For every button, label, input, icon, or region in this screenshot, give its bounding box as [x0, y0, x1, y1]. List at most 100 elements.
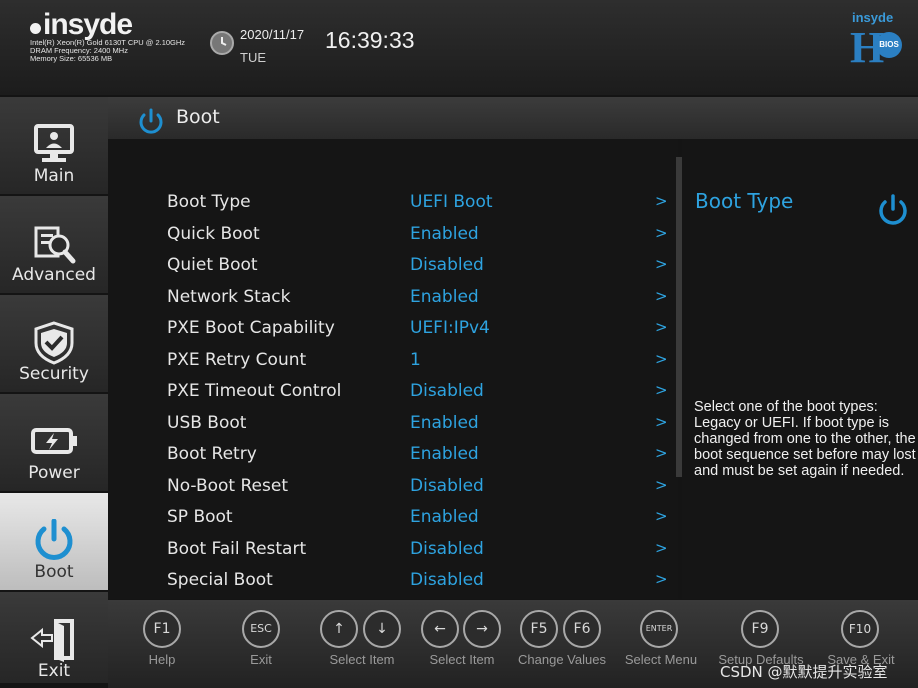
arrow-left-key-icon[interactable]: ←: [421, 610, 459, 648]
sidebar-label-exit: Exit: [37, 661, 71, 681]
setting-value[interactable]: Disabled: [410, 476, 484, 496]
setting-network-stack[interactable]: Network Stack Enabled >: [167, 287, 687, 317]
logo-text: insyde: [43, 8, 133, 41]
setting-value[interactable]: Disabled: [410, 570, 484, 590]
sidebar-item-power[interactable]: Power: [0, 394, 108, 491]
key-label-change-values: Change Values: [518, 652, 606, 667]
header-bar: insyde Intel(R) Xeon(R) Gold 6130T CPU @…: [0, 0, 918, 95]
setting-value[interactable]: Disabled: [410, 255, 484, 275]
arrow-down-key-icon[interactable]: ↓: [363, 610, 401, 648]
bios-badge: BIOS: [876, 32, 902, 58]
submenu-arrow-icon: >: [655, 286, 668, 305]
setting-special-boot[interactable]: Special Boot Disabled >: [167, 570, 687, 600]
setting-value[interactable]: Disabled: [410, 539, 484, 559]
setting-label: Quick Boot: [167, 223, 260, 244]
setting-label: Boot Retry: [167, 444, 257, 464]
setting-usb-boot[interactable]: USB Boot Enabled >: [167, 413, 687, 443]
weekday: TUE: [240, 50, 266, 65]
f1-key-icon[interactable]: F1: [143, 610, 181, 648]
setting-label: PXE Retry Count: [167, 349, 307, 370]
setting-value[interactable]: Enabled: [410, 507, 479, 527]
insyde-logo: insyde: [30, 8, 133, 42]
enter-key-icon[interactable]: ENTER: [640, 610, 678, 648]
submenu-arrow-icon: >: [655, 475, 668, 494]
setting-label: Boot Type: [167, 192, 251, 212]
clock-icon: [210, 31, 234, 55]
logo-dot-icon: [30, 23, 41, 34]
setting-boot-type[interactable]: Boot Type UEFI Boot >: [167, 192, 687, 222]
f6-key-icon[interactable]: F6: [563, 610, 601, 648]
sidebar-label-security: Security: [19, 364, 89, 384]
sidebar-item-boot[interactable]: Boot: [0, 493, 108, 590]
setting-quiet-boot[interactable]: Quiet Boot Disabled >: [167, 255, 687, 285]
setting-label: USB Boot: [167, 412, 247, 433]
setting-value[interactable]: UEFI Boot: [410, 192, 493, 212]
setting-no-boot-reset[interactable]: No-Boot Reset Disabled >: [167, 476, 687, 506]
setting-pxe-timeout-control[interactable]: PXE Timeout Control Disabled >: [167, 381, 687, 411]
setting-value[interactable]: Enabled: [410, 413, 479, 433]
power-icon: [35, 519, 73, 560]
submenu-arrow-icon: >: [655, 223, 668, 242]
monitor-icon: [34, 124, 74, 162]
setting-label: Quiet Boot: [167, 255, 258, 275]
key-label-select-item-vertical: Select Item: [329, 652, 395, 667]
time: 16:39:33: [325, 27, 415, 53]
submenu-arrow-icon: >: [655, 381, 668, 399]
power-icon: [879, 194, 907, 225]
date: 2020/11/17: [240, 27, 305, 42]
submenu-arrow-icon: >: [655, 412, 668, 431]
sidebar-label-power: Power: [28, 463, 80, 483]
setting-label: PXE Boot Capability: [167, 318, 335, 338]
help-title: Boot Type: [695, 189, 794, 213]
submenu-arrow-icon: >: [655, 538, 668, 557]
setting-value[interactable]: Enabled: [410, 444, 479, 464]
setting-label: No-Boot Reset: [167, 475, 288, 496]
submenu-arrow-icon: >: [655, 444, 668, 462]
magnifier-gear-icon: [34, 226, 76, 264]
setting-boot-retry[interactable]: Boot Retry Enabled >: [167, 444, 687, 474]
setting-pxe-retry-count[interactable]: PXE Retry Count 1 >: [167, 350, 687, 380]
key-label-exit: Exit: [250, 652, 272, 667]
setting-boot-fail-restart[interactable]: Boot Fail Restart Disabled >: [167, 539, 687, 569]
key-label-select-item-horizontal: Select Item: [429, 652, 495, 667]
power-icon: [139, 108, 163, 134]
arrow-right-key-icon[interactable]: →: [463, 610, 501, 648]
submenu-arrow-icon: >: [655, 349, 668, 368]
page-title: Boot: [176, 106, 220, 128]
f5-key-icon[interactable]: F5: [520, 610, 558, 648]
setting-label: Special Boot: [167, 570, 273, 590]
sidebar-item-exit[interactable]: Exit: [0, 592, 108, 683]
setting-label: Boot Fail Restart: [167, 538, 307, 559]
page-title-bar: Boot: [108, 97, 918, 139]
submenu-arrow-icon: >: [655, 570, 668, 588]
setting-value[interactable]: Enabled: [410, 224, 479, 244]
submenu-arrow-icon: >: [655, 318, 668, 336]
arrow-up-key-icon[interactable]: ↑: [320, 610, 358, 648]
esc-key-icon[interactable]: ESC: [242, 610, 280, 648]
sidebar-label-main: Main: [33, 166, 75, 186]
setting-value[interactable]: Disabled: [410, 381, 484, 401]
setting-value[interactable]: UEFI:IPv4: [410, 318, 490, 338]
help-description: Select one of the boot types: Legacy or …: [694, 399, 916, 479]
f10-key-icon[interactable]: F10: [841, 610, 879, 648]
setting-label: Network Stack: [167, 286, 291, 307]
settings-list: Boot Type UEFI Boot > Quick Boot Enabled > Q…: [108, 139, 678, 599]
battery-icon: [31, 428, 77, 454]
setting-label: PXE Timeout Control: [167, 381, 342, 401]
setting-sp-boot[interactable]: SP Boot Enabled >: [167, 507, 687, 537]
sidebar-item-security[interactable]: Security: [0, 295, 108, 392]
sidebar-label-advanced: Advanced: [12, 265, 96, 285]
setting-label: SP Boot: [167, 507, 233, 527]
csdn-watermark: CSDN @默默提升实验室: [720, 663, 888, 681]
sidebar-label-boot: Boot: [34, 562, 74, 582]
sidebar-item-main[interactable]: Main: [0, 97, 108, 194]
setting-value[interactable]: Enabled: [410, 287, 479, 307]
setting-quick-boot[interactable]: Quick Boot Enabled >: [167, 224, 687, 254]
setting-pxe-boot-capability[interactable]: PXE Boot Capability UEFI:IPv4 >: [167, 318, 687, 348]
submenu-arrow-icon: >: [655, 255, 668, 273]
f9-key-icon[interactable]: F9: [741, 610, 779, 648]
sidebar-item-advanced[interactable]: Advanced: [0, 196, 108, 293]
key-label-select-menu: Select Menu: [624, 652, 698, 667]
setting-value[interactable]: 1: [410, 350, 421, 370]
submenu-arrow-icon: >: [655, 192, 668, 210]
